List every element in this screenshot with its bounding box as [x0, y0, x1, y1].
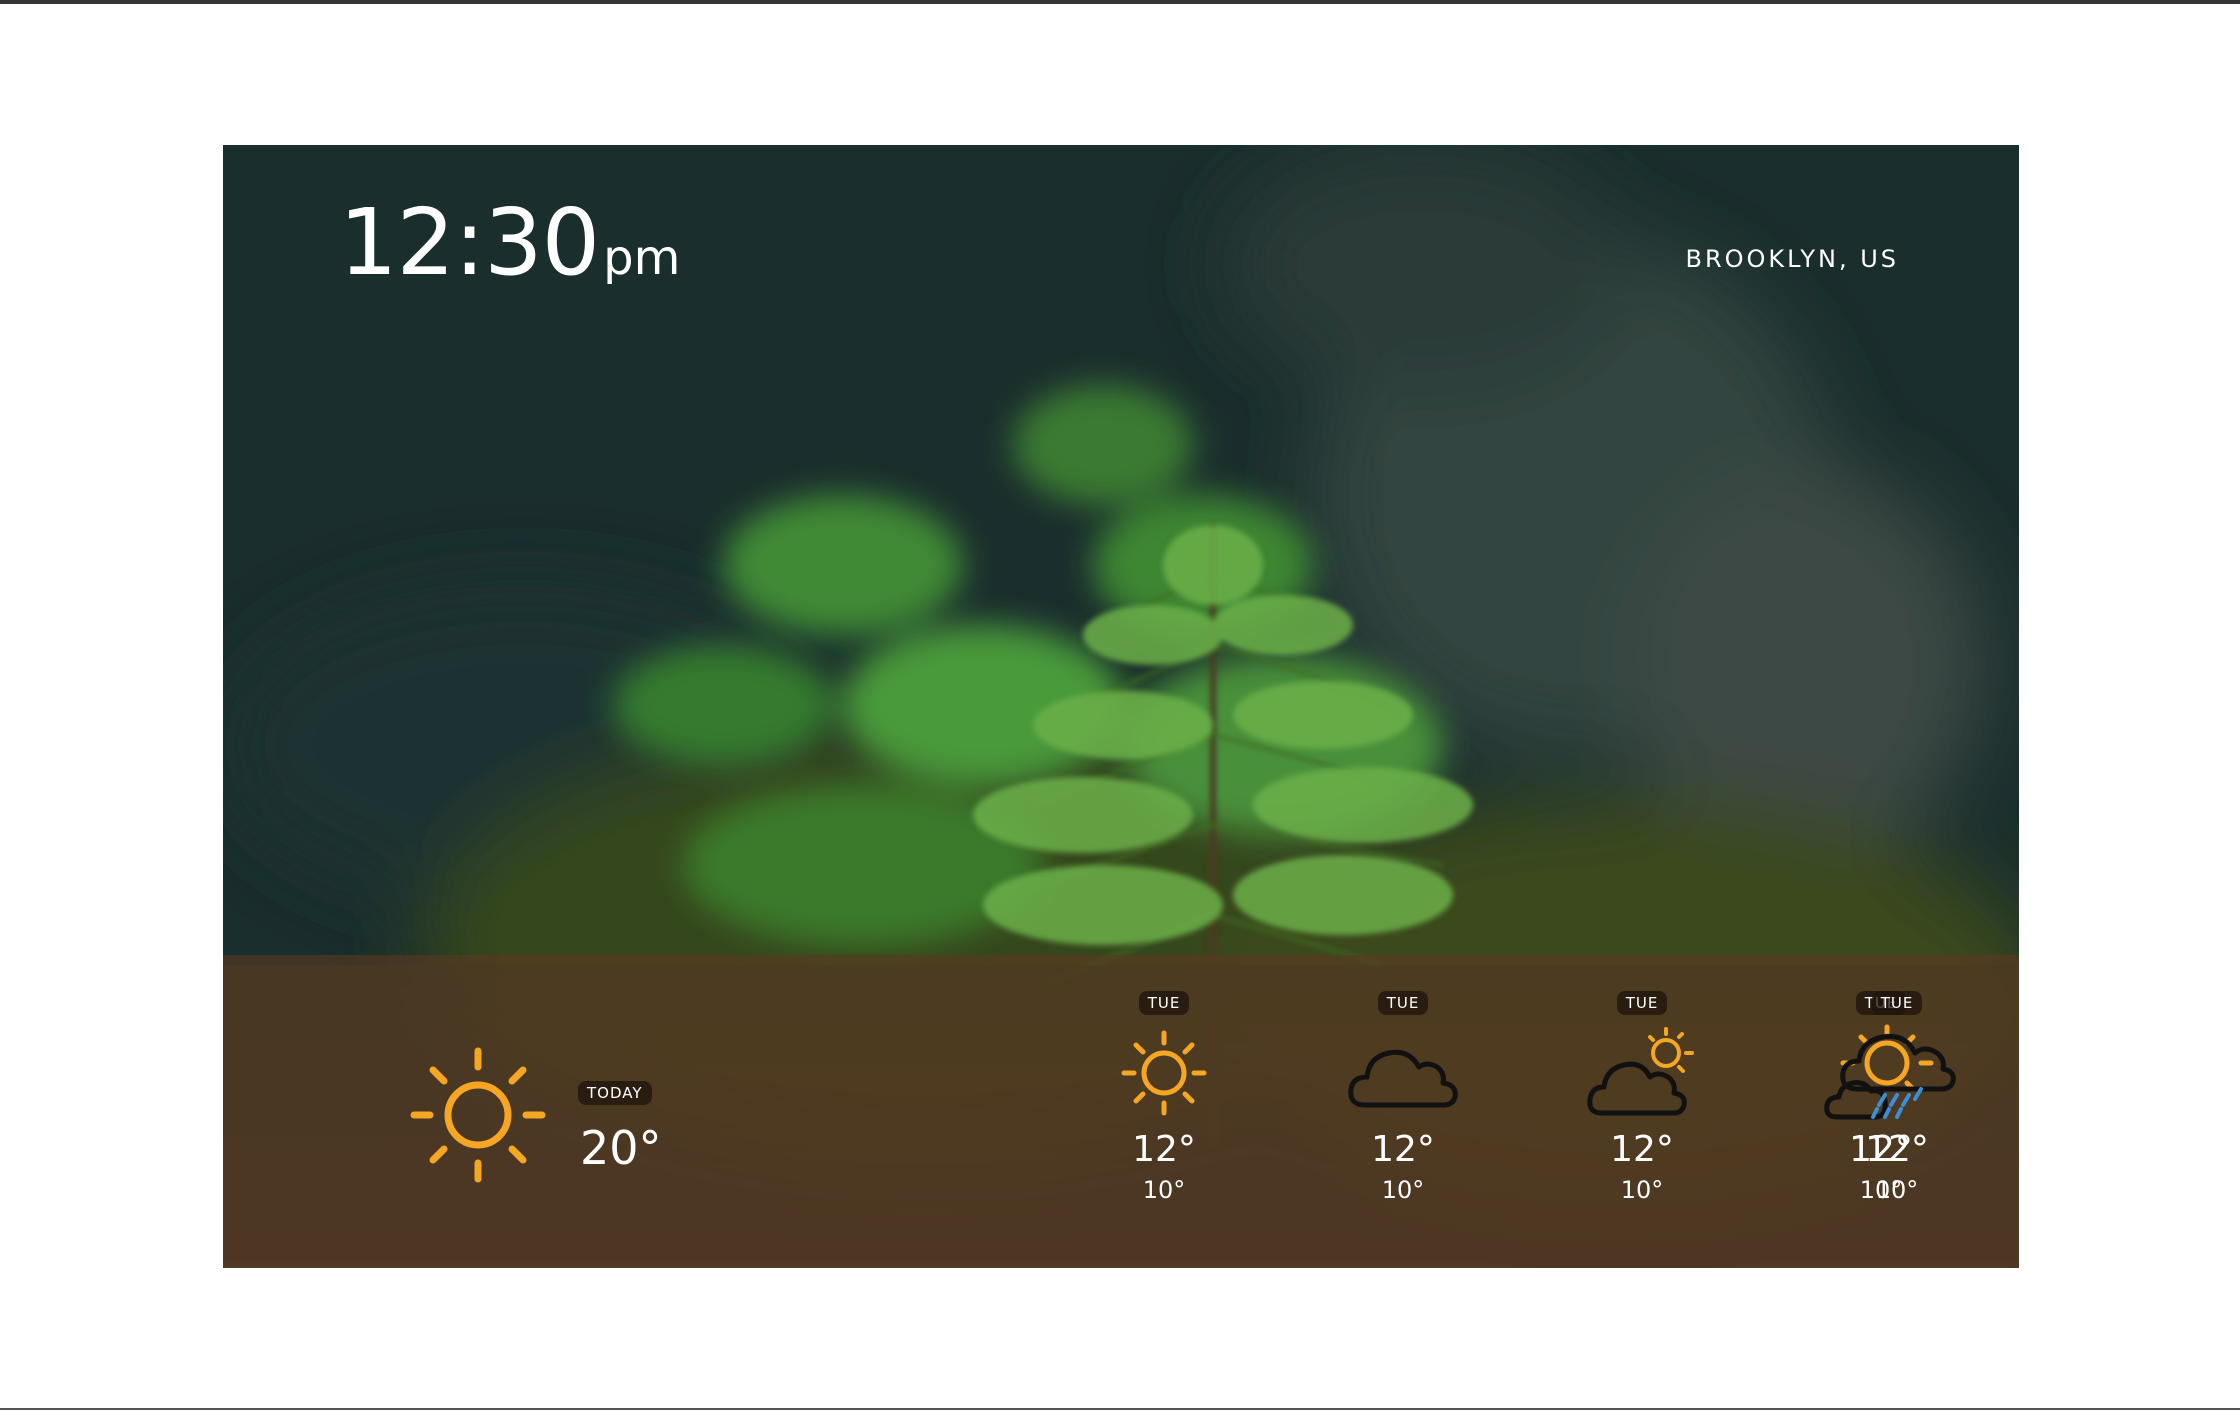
forecast-bar: TODAY 20° TUE 12° 10° TUE 12° 10° TUE 12…	[223, 955, 2019, 1268]
clock-display: 12:30pm	[339, 189, 680, 296]
forecast-high: 12°	[1371, 1129, 1435, 1170]
clock-ampm: pm	[603, 230, 681, 286]
weather-display: 12:30pm BROOKLYN, US TODAY 20° TUE 12° 1…	[223, 145, 2019, 1268]
today-weather: TODAY 20°	[408, 1045, 688, 1195]
forecast-day: TUE 12° 10°	[1084, 991, 1244, 1251]
location-label: BROOKLYN, US	[1685, 245, 1899, 273]
forecast-high: 12°	[1865, 1129, 1929, 1170]
clock-time: 12:30	[339, 189, 600, 296]
forecast-day-label: TUE	[1377, 991, 1429, 1015]
forecast-low: 10°	[1142, 1176, 1186, 1204]
forecast-day: TUE 12° 10°	[1323, 991, 1483, 1251]
cloud-icon	[1348, 1049, 1458, 1108]
forecast-high: 12°	[1610, 1129, 1674, 1170]
today-label: TODAY	[578, 1081, 652, 1105]
rain-cloud-icon	[1840, 1033, 1956, 1119]
forecast-low: 10°	[1620, 1176, 1664, 1204]
forecast-day: TUE 12° 10°	[1562, 991, 1722, 1251]
top-divider	[0, 0, 2240, 4]
bottom-divider	[0, 1408, 2240, 1410]
forecast-day: TUE 12° 10°	[1817, 991, 1977, 1251]
cloud-sun-icon	[1587, 1027, 1694, 1116]
forecast-day-label: TUE	[1871, 991, 1923, 1015]
today-temperature: 20°	[580, 1121, 662, 1175]
sun-icon	[410, 1047, 546, 1183]
forecast-day-label: TUE	[1616, 991, 1668, 1015]
forecast-high: 12°	[1132, 1129, 1196, 1170]
forecast-low: 10°	[1875, 1176, 1919, 1204]
forecast-low: 10°	[1381, 1176, 1425, 1204]
forecast-day-label: TUE	[1138, 991, 1190, 1015]
sun-icon	[1121, 1030, 1207, 1116]
